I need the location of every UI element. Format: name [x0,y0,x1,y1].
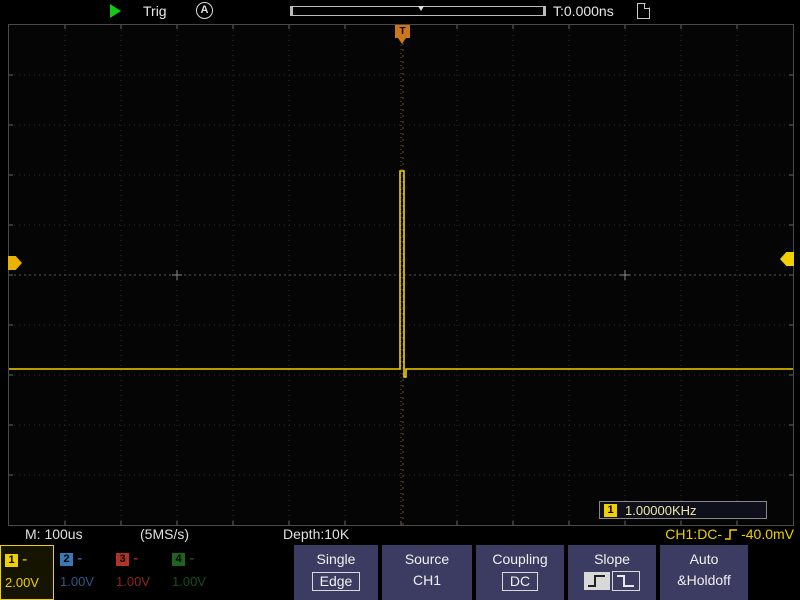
channel-2-chip: 2 [60,553,73,566]
time-offset-readout: T:0.000ns [553,3,614,19]
menu-auto-value: &Holdoff [677,572,730,588]
channel-3-scale: 1.00V [116,574,162,589]
menu-slope-label: Slope [568,551,656,567]
channel-4-sep: - [189,550,194,568]
trigger-readout: CH1:DC- -40.0mV [665,526,794,542]
top-bar: Trig A T:0.000ns [0,0,800,24]
page-icon[interactable] [637,3,650,19]
menu-source-label: Source [382,551,472,567]
channel-1-scale: 2.00V [5,575,49,590]
menu-source-value: CH1 [413,572,441,588]
channel-3-sep: - [133,550,138,568]
channel-3-box[interactable]: 3 - 1.00V [112,545,166,600]
menu-single-label: Single [294,551,378,567]
memory-depth-readout: Depth:10K [283,526,349,542]
run-arrow-icon [110,4,121,18]
channel-4-box[interactable]: 4 - 1.00V [168,545,222,600]
channel-2-box[interactable]: 2 - 1.00V [56,545,110,600]
horizontal-position-bar[interactable] [290,6,546,16]
channel-3-chip: 3 [116,553,129,566]
menu-slope-button[interactable]: Slope [568,545,656,600]
menu-source-button[interactable]: Source CH1 [382,545,472,600]
freq-value: 1.00000KHz [625,503,697,518]
auto-mode-icon: A [196,2,213,19]
frequency-readout: 1 1.00000KHz [599,501,767,519]
channel-2-scale: 1.00V [60,574,106,589]
menu-auto-label: Auto [660,551,748,567]
channel-1-box[interactable]: 1 - 2.00V [0,545,54,600]
channel-1-chip: 1 [5,554,18,567]
channel-4-chip: 4 [172,553,185,566]
menu-single-button[interactable]: Single Edge [294,545,378,600]
sample-rate-readout: (5MS/s) [140,526,189,542]
trigger-level-text: -40.0mV [741,526,794,542]
channel-2-sep: - [77,550,82,568]
channel-4-scale: 1.00V [172,574,218,589]
trigger-position-marker[interactable]: T [395,25,410,38]
rising-edge-icon [724,527,739,541]
trigger-source-text: CH1:DC- [665,526,722,542]
falling-edge-icon [612,571,640,591]
horizontal-position-marker[interactable] [418,6,424,16]
oscilloscope-screen: Trig A T:0.000ns T 1 1.00000KHz M: 100us… [0,0,800,600]
menu-single-value: Edge [312,572,361,591]
menu-auto-holdoff-button[interactable]: Auto &Holdoff [660,545,748,600]
menu-coupling-button[interactable]: Coupling DC [476,545,564,600]
channel-1-sep: - [22,551,27,569]
trig-label: Trig [143,3,167,19]
waveform-canvas [9,25,793,525]
menu-coupling-label: Coupling [476,551,564,567]
timebase-readout: M: 100us [25,526,83,542]
menu-coupling-value: DC [502,572,538,591]
freq-channel-chip: 1 [604,504,617,517]
status-bar: M: 100us (5MS/s) Depth:10K CH1:DC- -40.0… [0,524,800,545]
graticule: T 1 1.00000KHz [8,24,794,526]
menu-bar: 1 - 2.00V 2 - 1.00V 3 - 1.00V 4 - 1.00V [0,545,800,600]
rising-edge-icon [584,572,610,590]
